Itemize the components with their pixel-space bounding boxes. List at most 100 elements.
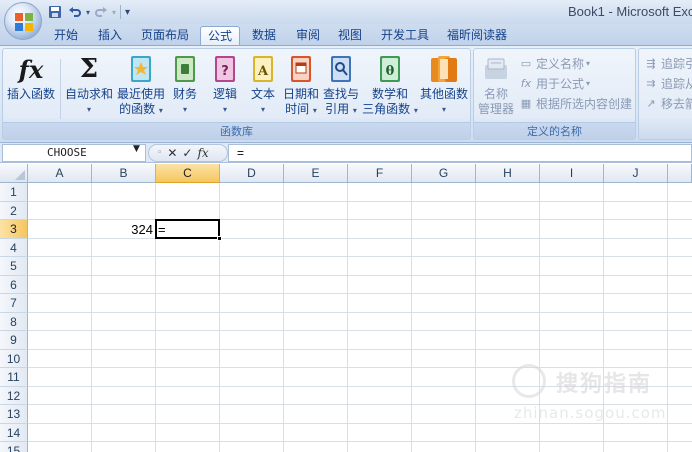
use-in-formula-button[interactable]: fx 用于公式 ▾ xyxy=(518,75,590,92)
select-all-triangle-icon xyxy=(15,170,25,180)
define-name-button[interactable]: ▭ 定义名称 ▾ xyxy=(518,55,590,72)
row-header[interactable]: 13 xyxy=(0,405,28,424)
column-header[interactable]: I xyxy=(540,164,604,183)
financial-dropdown-icon: ▾ xyxy=(182,105,187,114)
trace-precedents-icon: ⇶ xyxy=(646,57,656,70)
date-time-button[interactable]: 日期和 时间 ▾ xyxy=(281,53,321,118)
create-from-selection-button[interactable]: ▦ 根据所选内容创建 xyxy=(518,95,632,112)
column-header[interactable]: G xyxy=(412,164,476,183)
lookup-label: 查找与 xyxy=(322,87,359,101)
more-functions-button[interactable]: 其他函数 ▾ xyxy=(419,53,469,117)
column-gridline xyxy=(347,183,348,452)
row-header[interactable]: 15 xyxy=(0,442,28,452)
date-time-dropdown-icon: ▾ xyxy=(312,106,317,115)
enter-icon[interactable]: ✓ xyxy=(182,146,192,160)
row-gridline xyxy=(28,256,692,257)
recently-used-button[interactable]: 最近使用 的函数 ▾ xyxy=(115,53,167,118)
recently-used-label: 最近使用 xyxy=(116,87,165,101)
math-trig-book-icon: θ xyxy=(375,53,405,85)
name-manager-button[interactable]: 名称 管理器 xyxy=(476,53,516,117)
trace-precedents-label: 追踪引 xyxy=(661,57,692,71)
lookup-label-2: 引用 xyxy=(325,102,350,116)
more-functions-books-icon xyxy=(429,53,459,85)
tab-data[interactable]: 数据 xyxy=(246,26,282,46)
redo-dropdown-icon[interactable]: ▾ xyxy=(112,8,116,17)
insert-function-icon-small[interactable]: fx xyxy=(197,146,208,160)
trace-precedents-button[interactable]: ⇶ 追踪引 xyxy=(643,55,692,72)
row-header[interactable]: 2 xyxy=(0,201,28,220)
name-box[interactable]: CHOOSE xyxy=(2,144,146,162)
row-header[interactable]: 8 xyxy=(0,312,28,331)
name-manager-label: 名称 xyxy=(483,87,508,101)
row-header[interactable]: 14 xyxy=(0,423,28,442)
recently-used-dropdown-icon: ▾ xyxy=(158,106,163,115)
row-header[interactable]: 3 xyxy=(0,220,28,239)
row-header[interactable]: 5 xyxy=(0,257,28,276)
autosum-button[interactable]: Σ 自动求和 ▾ xyxy=(63,53,115,117)
insert-function-icon: fx xyxy=(18,54,44,84)
redo-icon[interactable] xyxy=(92,3,110,21)
tab-developer[interactable]: 开发工具 xyxy=(376,26,434,46)
more-functions-dropdown-icon: ▾ xyxy=(441,105,446,114)
insert-function-label: 插入函数 xyxy=(6,87,55,101)
column-header[interactable]: A xyxy=(28,164,92,183)
row-gridline xyxy=(28,219,692,220)
cell-b3[interactable]: 324 xyxy=(92,221,153,239)
column-header[interactable]: B xyxy=(92,164,156,183)
recently-used-label-2: 的函数 xyxy=(119,102,156,116)
row-header[interactable]: 9 xyxy=(0,331,28,350)
math-trig-label: 数学和 xyxy=(371,87,408,101)
customize-qat-icon[interactable]: ▾ xyxy=(125,7,130,18)
logical-button[interactable]: ? 逻辑 ▾ xyxy=(207,53,243,117)
cancel-icon[interactable]: ✕ xyxy=(167,146,177,160)
formula-input[interactable]: = xyxy=(228,144,692,162)
fill-handle[interactable] xyxy=(217,235,222,241)
row-header[interactable]: 12 xyxy=(0,386,28,405)
tab-review[interactable]: 审阅 xyxy=(290,26,326,46)
column-header[interactable]: D xyxy=(220,164,284,183)
tab-view[interactable]: 视图 xyxy=(332,26,368,46)
math-trig-label-2: 三角函数 xyxy=(362,102,411,116)
lookup-reference-button[interactable]: 查找与 引用 ▾ xyxy=(321,53,361,118)
tab-page-layout[interactable]: 页面布局 xyxy=(136,26,194,46)
column-header[interactable]: H xyxy=(476,164,540,183)
tab-home[interactable]: 开始 xyxy=(48,26,84,46)
formula-buttons: ◦ ✕ ✓ fx xyxy=(148,144,228,162)
remove-arrows-button[interactable]: ↗ 移去箭 xyxy=(643,95,692,112)
row-header[interactable]: 6 xyxy=(0,275,28,294)
undo-dropdown-icon[interactable]: ▾ xyxy=(86,8,90,17)
column-header[interactable]: F xyxy=(348,164,412,183)
office-button[interactable] xyxy=(4,2,42,40)
row-header[interactable]: 4 xyxy=(0,238,28,257)
row-header[interactable]: 11 xyxy=(0,368,28,387)
tab-formulas[interactable]: 公式 xyxy=(200,26,240,46)
column-header-partial[interactable] xyxy=(668,164,692,183)
save-icon[interactable] xyxy=(46,3,64,21)
autosum-label: 自动求和 xyxy=(64,87,113,101)
row-header[interactable]: 1 xyxy=(0,183,28,202)
insert-function-button[interactable]: fx 插入函数 xyxy=(5,53,57,102)
formula-bar-expand-icon[interactable]: ◦ xyxy=(157,148,162,158)
remove-arrows-label: 移去箭 xyxy=(661,97,692,111)
math-trig-button[interactable]: θ 数学和 三角函数 ▾ xyxy=(361,53,419,118)
row-header[interactable]: 10 xyxy=(0,349,28,368)
column-gridline xyxy=(283,183,284,452)
column-header[interactable]: C xyxy=(156,164,220,183)
recently-used-book-icon xyxy=(126,53,156,85)
trace-dependents-label: 追踪从 xyxy=(661,77,692,91)
math-trig-dropdown-icon: ▾ xyxy=(413,106,418,115)
tab-insert[interactable]: 插入 xyxy=(92,26,128,46)
undo-icon[interactable] xyxy=(66,3,84,21)
financial-button[interactable]: 财务 ▾ xyxy=(167,53,203,117)
trace-dependents-button[interactable]: ⇉ 追踪从 xyxy=(643,75,692,92)
text-book-icon: A xyxy=(248,53,278,85)
tab-foxit-reader[interactable]: 福昕阅读器 xyxy=(442,26,512,46)
text-functions-button[interactable]: A 文本 ▾ xyxy=(245,53,281,117)
cell-c3[interactable]: = xyxy=(158,221,166,239)
autosum-dropdown-icon: ▾ xyxy=(86,105,91,114)
select-all-button[interactable] xyxy=(0,164,28,183)
name-box-dropdown-icon[interactable]: ▼ xyxy=(133,144,140,154)
column-header[interactable]: J xyxy=(604,164,668,183)
column-header[interactable]: E xyxy=(284,164,348,183)
row-header[interactable]: 7 xyxy=(0,294,28,313)
